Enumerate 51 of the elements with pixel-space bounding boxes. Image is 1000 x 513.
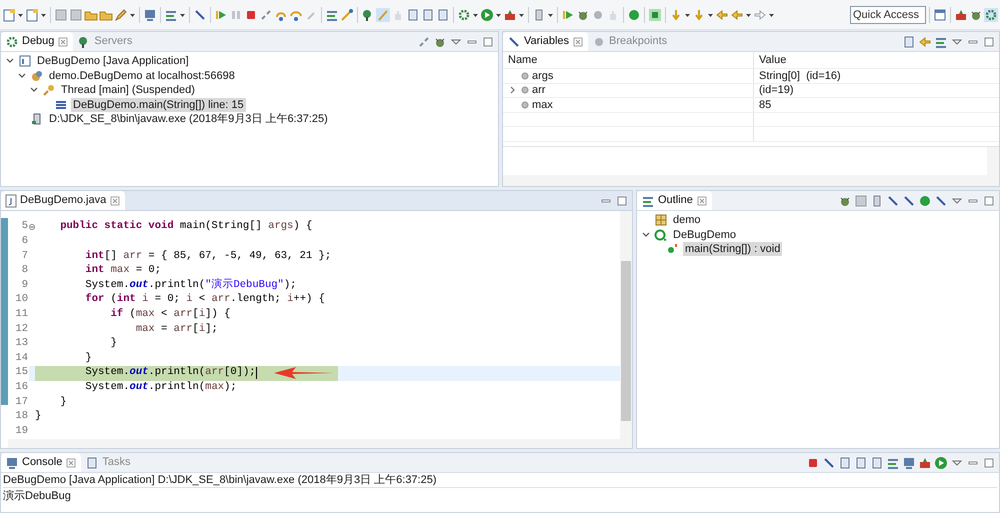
line-number: 17 <box>15 394 28 410</box>
line-number: 16 <box>15 380 28 395</box>
line-number: 15 <box>15 365 28 380</box>
variable-name[interactable]: arr <box>532 82 546 98</box>
tree-item[interactable]: Thread [main] (Suspended) <box>59 83 197 98</box>
line-number: 10 <box>15 292 28 308</box>
outline-item[interactable]: DeBugDemo <box>671 228 738 242</box>
code-line: } <box>84 351 92 366</box>
code-line: for (int i = 0; i < arr.length; i++) { <box>84 292 325 308</box>
line-number: 19 <box>15 424 28 439</box>
line-number: 7 <box>22 248 28 264</box>
variable-value: (id=19) <box>759 83 794 98</box>
variable-value: String[0] (id=16) <box>759 68 841 84</box>
view-tab[interactable]: Debug <box>1 32 74 51</box>
code-line: System.out.println("演示DebuBug"); <box>84 278 296 293</box>
column-header[interactable]: Name <box>503 52 754 68</box>
code-line: if (max < arr[i]) { <box>110 308 230 322</box>
view-tab[interactable]: Outline <box>637 191 712 210</box>
column-header[interactable]: Value <box>754 52 999 68</box>
line-number: 6 <box>22 234 28 250</box>
code-line: public static void main(String[] args) { <box>59 220 312 234</box>
variable-name[interactable]: args <box>532 68 554 84</box>
quick-access-field[interactable]: Quick Access <box>850 6 926 24</box>
tree-item[interactable]: DeBugDemo.main(String[]) line: 15 <box>71 98 246 112</box>
line-number: 13 <box>15 336 28 352</box>
line-number: 5 <box>22 219 28 234</box>
line-number: 11 <box>15 306 28 322</box>
variable-name[interactable]: max <box>532 96 553 113</box>
tree-item[interactable]: D:\JDK_SE_8\bin\javaw.exe (2018年9月3日 上午6:37:25) <box>47 112 330 126</box>
code-line: int max = 0; <box>84 264 162 278</box>
code-line: } <box>35 410 42 424</box>
line-number: 18 <box>15 409 28 424</box>
code-line: max = arr[i]; <box>134 322 218 337</box>
tree-item[interactable]: DeBugDemo [Java Application] <box>35 54 191 68</box>
code-line: int[] arr = { 85, 67, -5, 49, 63, 21 }; <box>84 249 332 264</box>
line-number: 9 <box>22 278 28 293</box>
console-output: 演示DebuBug <box>3 488 72 504</box>
line-number: 8 <box>22 263 28 278</box>
line-number: 14 <box>15 350 28 366</box>
console-description: DeBugDemo [Java Application] D:\JDK_SE_8\bin\javaw.exe (2018年9月3日 上午6:37:25) <box>3 473 997 488</box>
outline-item[interactable]: demo <box>671 213 703 228</box>
code-line: } <box>59 395 67 410</box>
outline-item[interactable]: main(String[]) : void <box>683 242 782 256</box>
view-tab[interactable]: Console <box>1 453 82 472</box>
code-line: System.out.println(max); <box>84 380 237 395</box>
tree-item[interactable]: demo.DeBugDemo at localhost:56698 <box>47 68 237 83</box>
view-tab[interactable]: Variables <box>503 32 588 51</box>
editor-tab[interactable]: DeBugDemo.java <box>1 191 126 210</box>
line-number: 12 <box>15 322 28 337</box>
variable-value: 85 <box>759 98 772 112</box>
code-line: } <box>110 336 117 352</box>
